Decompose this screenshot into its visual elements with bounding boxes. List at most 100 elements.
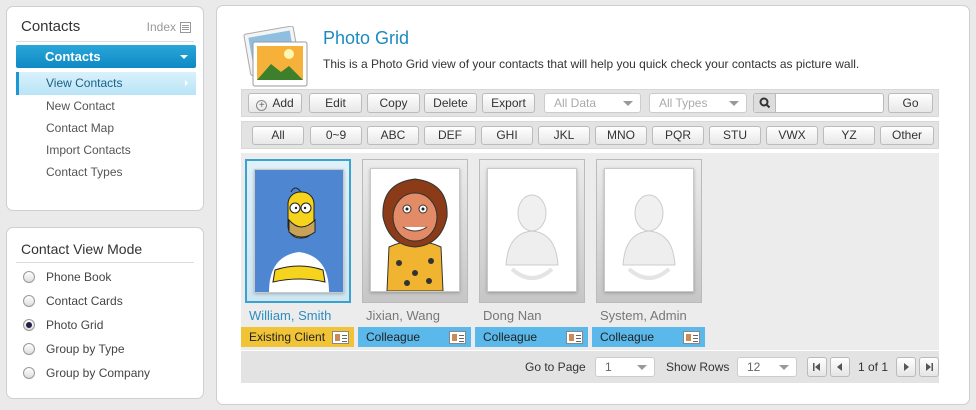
data-filter-select[interactable]: All Data <box>544 93 641 113</box>
search-box <box>753 93 884 113</box>
prev-page-icon <box>837 363 842 371</box>
vcard-icon[interactable] <box>449 331 466 344</box>
radio-label: Group by Type <box>46 342 125 356</box>
contact-name[interactable]: Jixian, Wang <box>366 308 440 323</box>
add-button[interactable]: + Add <box>248 93 302 113</box>
placeholder-avatar-icon <box>505 194 559 280</box>
search-input[interactable] <box>777 94 882 112</box>
contact-type-label: Colleague <box>366 330 421 344</box>
letter-filter-mno[interactable]: MNO <box>595 126 647 145</box>
radio-label: Phone Book <box>46 270 112 284</box>
type-filter-select[interactable]: All Types <box>649 93 747 113</box>
next-page-button[interactable] <box>896 357 916 377</box>
radio-button[interactable] <box>23 271 35 283</box>
copy-button[interactable]: Copy <box>367 93 420 113</box>
vcard-icon[interactable] <box>332 331 349 344</box>
menu-item-view-contacts[interactable]: View Contacts <box>16 72 196 95</box>
contact-type-label: Existing Client <box>249 330 326 344</box>
menu-item-contact-map[interactable]: Contact Map <box>16 117 196 139</box>
placeholder-avatar-icon <box>622 194 676 280</box>
show-rows-label: Show Rows <box>666 360 730 374</box>
contact-photo-frame <box>479 159 585 303</box>
contacts-menu-header[interactable]: Contacts <box>16 45 196 68</box>
letter-filter-yz[interactable]: YZ <box>823 126 875 145</box>
add-label: Add <box>272 96 294 110</box>
view-mode-panel: Contact View Mode Phone Book Contact Car… <box>6 227 204 399</box>
letter-filter-ghi[interactable]: GHI <box>481 126 533 145</box>
contacts-nav-panel: Contacts Index Contacts View Contacts Ne… <box>6 6 204 211</box>
radio-photo-grid[interactable]: Photo Grid <box>7 313 203 337</box>
chevron-down-icon <box>180 55 188 59</box>
view-mode-title: Contact View Mode <box>21 241 143 257</box>
letter-filter-abc[interactable]: ABC <box>367 126 419 145</box>
last-page-button[interactable] <box>919 357 939 377</box>
letter-filter-jkl[interactable]: JKL <box>538 126 590 145</box>
contact-photo[interactable] <box>604 168 694 292</box>
contact-type-tag: Colleague <box>358 327 471 347</box>
main-panel: Photo Grid This is a Photo Grid view of … <box>216 5 970 405</box>
radio-group-by-company[interactable]: Group by Company <box>7 361 203 385</box>
contact-photo-frame <box>596 159 702 303</box>
letter-filter-stu[interactable]: STU <box>709 126 761 145</box>
index-label: Index <box>146 20 176 34</box>
photo-gallery-icon <box>243 26 308 87</box>
contact-photo[interactable] <box>487 168 577 292</box>
contact-card[interactable]: System, Admin Colleague <box>592 156 705 348</box>
toolbar: + Add Edit Copy Delete Export All Data Al… <box>241 89 939 117</box>
menu-item-import-contacts[interactable]: Import Contacts <box>16 139 196 161</box>
contact-photo-frame <box>245 159 351 303</box>
contact-type-label: Colleague <box>483 330 538 344</box>
contact-photo[interactable] <box>370 168 460 292</box>
photo-grid: William, Smith Existing Client Jixian, W… <box>241 153 939 350</box>
radio-button-selected[interactable] <box>23 319 35 331</box>
vcard-icon[interactable] <box>683 331 700 344</box>
plus-circle-icon: + <box>256 100 268 111</box>
pagination-bar: Go to Page 1 Show Rows 12 1 of 1 <box>241 351 939 383</box>
contact-photo[interactable] <box>254 169 344 293</box>
rows-select[interactable]: 12 <box>737 357 797 377</box>
contact-type-label: Colleague <box>600 330 655 344</box>
export-button[interactable]: Export <box>482 93 535 113</box>
radio-button[interactable] <box>23 367 35 379</box>
nav-title: Contacts <box>21 18 81 35</box>
page-title: Photo Grid <box>323 28 410 48</box>
letter-filter-other[interactable]: Other <box>880 126 934 145</box>
contact-card[interactable]: Dong Nan Colleague <box>475 156 588 348</box>
delete-button[interactable]: Delete <box>424 93 477 113</box>
radio-label: Contact Cards <box>46 294 123 308</box>
go-button[interactable]: Go <box>888 93 933 113</box>
contact-name[interactable]: William, Smith <box>249 308 331 323</box>
letter-filter-pqr[interactable]: PQR <box>652 126 704 145</box>
letter-filter-all[interactable]: All <box>252 126 304 145</box>
radio-phone-book[interactable]: Phone Book <box>7 265 203 289</box>
contact-name[interactable]: Dong Nan <box>483 308 542 323</box>
divider <box>16 262 194 263</box>
letter-filter-vwx[interactable]: VWX <box>766 126 818 145</box>
first-page-button[interactable] <box>807 357 827 377</box>
page-info: 1 of 1 <box>858 360 889 374</box>
radio-button[interactable] <box>23 295 35 307</box>
prev-page-button[interactable] <box>830 357 850 377</box>
radio-button[interactable] <box>23 343 35 355</box>
search-icon[interactable] <box>754 94 776 112</box>
edit-button[interactable]: Edit <box>309 93 362 113</box>
menu-item-new-contact[interactable]: New Contact <box>16 95 196 117</box>
index-toggle[interactable]: Index <box>147 20 191 34</box>
menu-item-contact-types[interactable]: Contact Types <box>16 161 196 183</box>
contact-type-tag: Colleague <box>592 327 705 347</box>
radio-group-by-type[interactable]: Group by Type <box>7 337 203 361</box>
contact-name[interactable]: System, Admin <box>600 308 687 323</box>
vcard-icon[interactable] <box>566 331 583 344</box>
contact-type-tag: Colleague <box>475 327 588 347</box>
letter-filter-0-9[interactable]: 0~9 <box>310 126 362 145</box>
contact-type-tag: Existing Client <box>241 327 354 347</box>
last-page-icon <box>926 363 933 371</box>
list-icon <box>180 21 191 33</box>
letter-filter-def[interactable]: DEF <box>424 126 476 145</box>
radio-label: Photo Grid <box>46 318 104 332</box>
page-select[interactable]: 1 <box>595 357 655 377</box>
divider <box>16 41 194 42</box>
contact-card[interactable]: William, Smith Existing Client <box>241 156 354 348</box>
contact-card[interactable]: Jixian, Wang Colleague <box>358 156 471 348</box>
radio-contact-cards[interactable]: Contact Cards <box>7 289 203 313</box>
